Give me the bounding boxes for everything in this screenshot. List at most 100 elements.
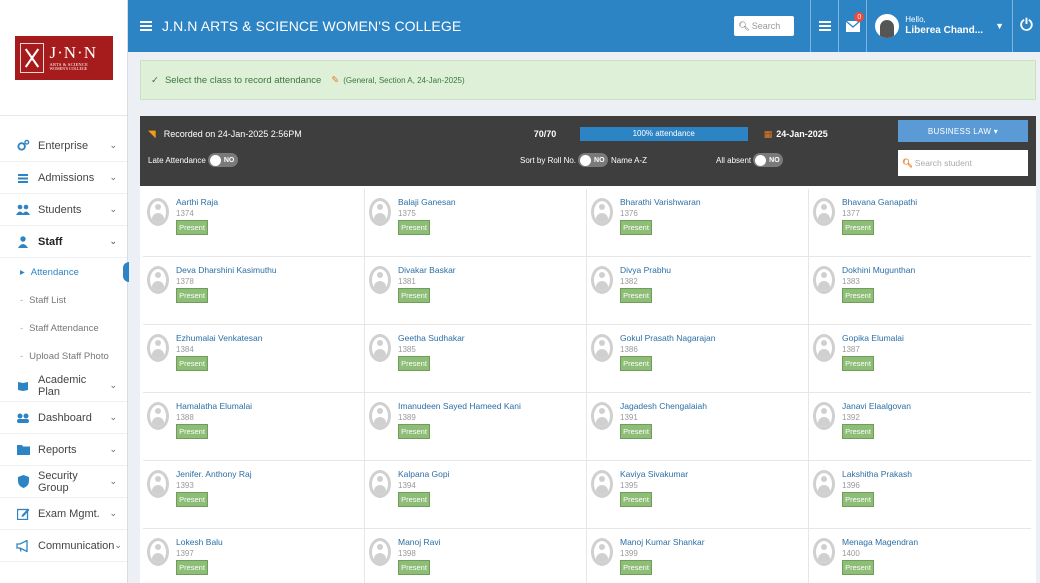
student-name[interactable]: Geetha Sudhakar — [398, 333, 465, 343]
sidebar-item-exam-mgmt[interactable]: Exam Mgmt. ⌄ — [0, 498, 127, 530]
student-avatar-icon — [369, 470, 391, 498]
student-name[interactable]: Bhavana Ganapathi — [842, 197, 917, 207]
student-name[interactable]: Jagadesh Chengalaiah — [620, 401, 707, 411]
student-search-input[interactable]: 🔍︎ Search student — [898, 150, 1028, 176]
sidebar-item-enterprise[interactable]: Enterprise ⌄ — [0, 130, 127, 162]
student-name[interactable]: Manoj Kumar Shankar — [620, 537, 705, 547]
attendance-status-button[interactable]: Present — [398, 492, 430, 507]
student-name[interactable]: Manoj Ravi — [398, 537, 441, 547]
student-name[interactable]: Aarthi Raja — [176, 197, 218, 207]
submenu-item-attendance[interactable]: Attendance — [0, 258, 129, 286]
user-menu[interactable]: Hello, Liberea Chand... ▼ — [866, 0, 1012, 52]
attendance-status-button[interactable]: Present — [842, 560, 874, 575]
student-avatar-icon — [813, 334, 835, 362]
subject-dropdown-button[interactable]: BUSINESS LAW ▾ — [898, 120, 1028, 142]
header-search-input[interactable]: 🔍︎ Search — [734, 16, 795, 36]
caret-down-icon: ▼ — [995, 21, 1004, 31]
attendance-status-button[interactable]: Present — [398, 288, 430, 303]
attendance-status-button[interactable]: Present — [842, 356, 874, 371]
student-name[interactable]: Kaviya Sivakumar — [620, 469, 688, 479]
attendance-status-button[interactable]: Present — [842, 288, 874, 303]
sidebar-item-admissions[interactable]: Admissions ⌄ — [0, 162, 127, 194]
attendance-status-button[interactable]: Present — [842, 492, 874, 507]
student-roll-number: 1397 — [176, 549, 194, 558]
student-name[interactable]: Hamalatha Elumalai — [176, 401, 252, 411]
power-icon: ⏻ — [1020, 17, 1033, 34]
attendance-status-button[interactable]: Present — [620, 288, 652, 303]
sidebar-item-dashboard[interactable]: Dashboard ⌄ — [0, 402, 127, 434]
student-roll-number: 1374 — [176, 209, 194, 218]
attendance-status-button[interactable]: Present — [176, 356, 208, 371]
attendance-status-button[interactable]: Present — [398, 356, 430, 371]
student-card: Bhavana Ganapathi 1377 Present — [809, 189, 1031, 257]
edit-icon[interactable]: ✎ — [331, 75, 339, 86]
submenu-item-staff-list[interactable]: Staff List — [0, 286, 127, 314]
student-name[interactable]: Menaga Magendran — [842, 537, 918, 547]
attendance-status-button[interactable]: Present — [620, 492, 652, 507]
attendance-status-button[interactable]: Present — [620, 560, 652, 575]
student-avatar-icon — [369, 538, 391, 566]
user-greeting: Hello, — [905, 15, 926, 25]
student-name[interactable]: Jenifer. Anthony Raj — [176, 469, 252, 479]
attendance-status-button[interactable]: Present — [398, 424, 430, 439]
student-name[interactable]: Kalpana Gopi — [398, 469, 450, 479]
sidebar-item-communication[interactable]: Communication ⌄ — [0, 530, 127, 562]
attendance-status-button[interactable]: Present — [176, 560, 208, 575]
student-name[interactable]: Bharathi Varishwaran — [620, 197, 701, 207]
student-name[interactable]: Ezhumalai Venkatesan — [176, 333, 262, 343]
attendance-status-button[interactable]: Present — [398, 220, 430, 235]
attendance-status-button[interactable]: Present — [176, 220, 208, 235]
student-card: Bharathi Varishwaran 1376 Present — [587, 189, 809, 257]
sidebar-item-students[interactable]: Students ⌄ — [0, 194, 127, 226]
attendance-status-button[interactable]: Present — [398, 560, 430, 575]
attendance-status-button[interactable]: Present — [620, 424, 652, 439]
student-avatar-icon — [369, 198, 391, 226]
sidebar-item-staff[interactable]: Staff ⌄ — [0, 226, 127, 258]
attendance-status-button[interactable]: Present — [176, 424, 208, 439]
student-name[interactable]: Balaji Ganesan — [398, 197, 456, 207]
college-logo[interactable]: J·N·N ARTS & SCIENCE WOMEN'S COLLEGE — [14, 35, 113, 80]
student-name[interactable]: Gopika Elumalai — [842, 333, 904, 343]
search-icon: 🔍︎ — [902, 157, 913, 168]
attendance-status-button[interactable]: Present — [842, 424, 874, 439]
submenu-item-staff-attendance[interactable]: Staff Attendance — [0, 314, 127, 342]
attendance-status-button[interactable]: Present — [176, 288, 208, 303]
sort-toggle[interactable]: NO — [578, 153, 609, 167]
student-roll-number: 1392 — [842, 413, 860, 422]
attendance-status-button[interactable]: Present — [176, 492, 208, 507]
student-name[interactable]: Lokesh Balu — [176, 537, 223, 547]
student-name[interactable]: Divya Prabhu — [620, 265, 671, 275]
student-card: Lokesh Balu 1397 Present — [143, 529, 365, 583]
student-name[interactable]: Deva Dharshini Kasimuthu — [176, 265, 277, 275]
menu-toggle-icon[interactable] — [140, 19, 152, 33]
student-roll-number: 1376 — [620, 209, 638, 218]
submenu-item-upload-staff-photo[interactable]: Upload Staff Photo — [0, 342, 127, 370]
logo-area: J·N·N ARTS & SCIENCE WOMEN'S COLLEGE — [0, 0, 127, 116]
student-name[interactable]: Dokhini Mugunthan — [842, 265, 915, 275]
sidebar-item-security-group[interactable]: Security Group ⌄ — [0, 466, 127, 498]
late-attendance-toggle[interactable]: NO — [207, 153, 238, 167]
student-name[interactable]: Divakar Baskar — [398, 265, 456, 275]
task-list-button[interactable] — [810, 0, 838, 52]
attendance-status-button[interactable]: Present — [620, 220, 652, 235]
attendance-panel: ◥ Recorded on 24-Jan-2025 2:56PM 70/70 1… — [140, 116, 1036, 583]
sidebar-item-reports[interactable]: Reports ⌄ — [0, 434, 127, 466]
all-absent-toggle[interactable]: NO — [753, 153, 784, 167]
student-name[interactable]: Lakshitha Prakash — [842, 469, 912, 479]
student-name[interactable]: Janavi Elaalgovan — [842, 401, 911, 411]
student-roll-number: 1394 — [398, 481, 416, 490]
attendance-status-button[interactable]: Present — [842, 220, 874, 235]
list-icon — [818, 21, 831, 31]
student-name[interactable]: Imanudeen Sayed Hameed Kani — [398, 401, 521, 411]
chevron-down-icon: ⌄ — [109, 172, 117, 182]
calendar-icon: ▦ — [763, 128, 773, 139]
sidebar-item-academic-plan[interactable]: Academic Plan ⌄ — [0, 370, 127, 402]
logout-button[interactable]: ⏻ — [1012, 0, 1040, 52]
student-card: Hamalatha Elumalai 1388 Present — [143, 393, 365, 461]
student-avatar-icon — [591, 402, 613, 430]
attendance-status-button[interactable]: Present — [620, 356, 652, 371]
messages-button[interactable]: 0 — [838, 0, 866, 52]
student-avatar-icon — [147, 402, 169, 430]
student-roll-number: 1384 — [176, 345, 194, 354]
student-name[interactable]: Gokul Prasath Nagarajan — [620, 333, 715, 343]
